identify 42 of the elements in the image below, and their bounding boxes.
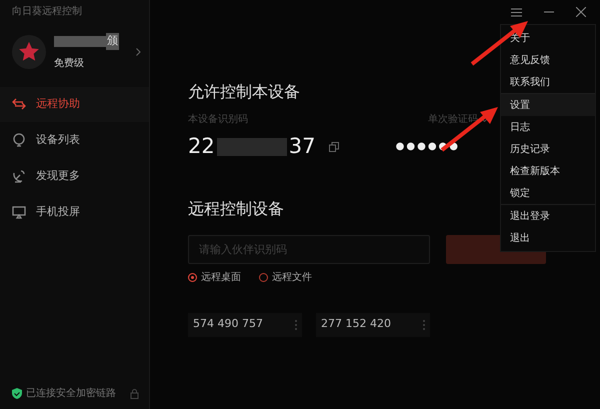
star-icon xyxy=(18,40,40,63)
copy-icon[interactable] xyxy=(329,142,340,152)
blurred-name-block xyxy=(54,36,106,47)
menu-item[interactable]: 日志 xyxy=(501,116,595,138)
screen-cast-icon xyxy=(12,205,26,219)
menu-item[interactable]: 退出登录 xyxy=(501,205,595,227)
close-icon[interactable] xyxy=(576,7,586,17)
section-title: 远程控制设备 xyxy=(188,198,284,220)
menu-item[interactable]: 历史记录 xyxy=(501,138,595,160)
device-id-start: 22 xyxy=(188,133,215,160)
user-name: 颁 xyxy=(106,33,119,50)
menu-item[interactable]: 检查新版本 xyxy=(501,160,595,182)
monitor-circle-icon xyxy=(12,133,26,147)
section-title: 允许控制本设备 xyxy=(188,81,300,103)
menu-item[interactable]: 设置 xyxy=(501,94,595,116)
recent-device-card[interactable]: 277 152 420 xyxy=(316,312,430,336)
device-id-end: 37 xyxy=(288,133,316,160)
minimize-icon[interactable] xyxy=(544,11,554,13)
nav-item[interactable]: 设备列表 xyxy=(0,122,149,158)
menu-icon[interactable] xyxy=(511,8,522,16)
recent-device-card[interactable]: 574 490 757 xyxy=(188,312,302,336)
shield-check-icon xyxy=(12,388,22,399)
connection-status: 已连接安全加密链路 xyxy=(26,386,116,401)
app-title: 向日葵远程控制 xyxy=(11,4,83,19)
menu-item[interactable]: 锁定 xyxy=(501,182,595,204)
menu-item[interactable]: 退出 xyxy=(501,227,595,249)
menu-item[interactable]: 联系我们 xyxy=(501,71,595,93)
swap-arrows-icon xyxy=(12,97,26,111)
radio-option[interactable]: 远程文件 xyxy=(259,270,312,284)
annotation-arrow-drawing xyxy=(470,20,530,66)
blurred-id-block xyxy=(216,138,287,156)
field-label: 本设备识别码 xyxy=(188,112,248,127)
nav-item[interactable]: 远程协助 xyxy=(0,86,149,122)
chevron-right-icon[interactable] xyxy=(136,48,141,56)
radio-option[interactable]: 远程桌面 xyxy=(188,270,241,284)
nav-item[interactable]: 手机投屏 xyxy=(0,194,149,230)
nav-item[interactable]: 发现更多 xyxy=(0,158,149,194)
menu-item[interactable]: 意见反馈 xyxy=(501,49,595,71)
lock-icon[interactable] xyxy=(130,388,139,398)
account-tier-label: 免费级 xyxy=(54,56,85,70)
satellite-dish-icon xyxy=(12,169,26,183)
partner-id-field[interactable]: 请输入伙伴识别码 xyxy=(188,234,430,264)
